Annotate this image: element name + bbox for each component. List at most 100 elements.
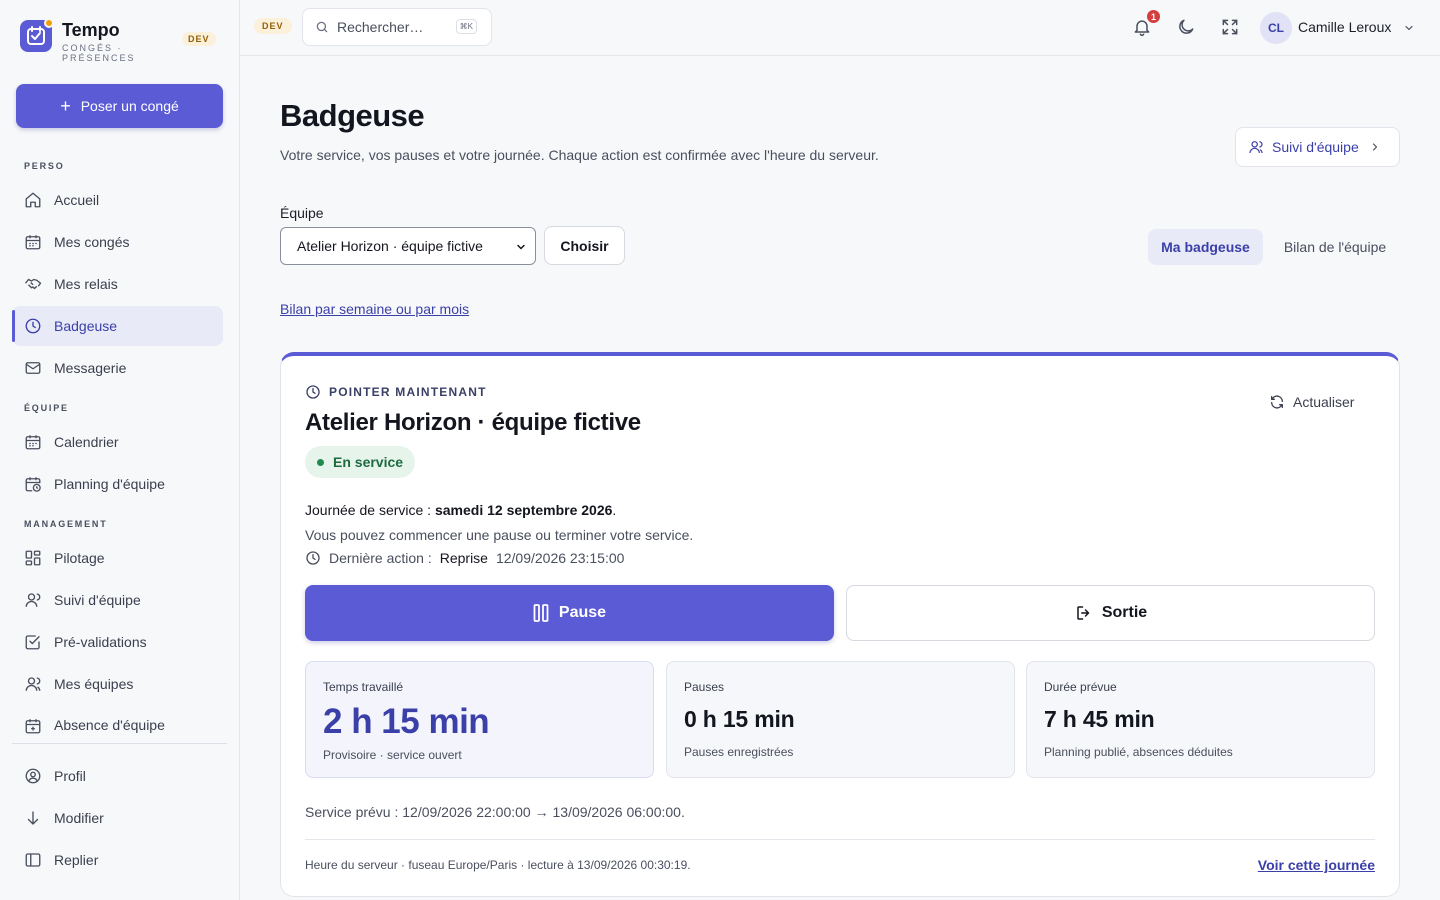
request-leave-button[interactable]: + Poser un congé	[16, 84, 223, 128]
pause-icon	[533, 604, 549, 622]
stat-planned-duration: Durée prévue 7 h 45 min Planning publié,…	[1026, 661, 1375, 778]
clock-icon	[306, 551, 320, 565]
section-equipe: ÉQUIPE	[24, 403, 69, 413]
search-placeholder: Rechercher…	[337, 19, 424, 35]
sidebar-item-profil[interactable]: Profil	[12, 756, 223, 796]
tab-bilan-equipe[interactable]: Bilan de l'équipe	[1270, 229, 1400, 265]
team-select-label: Équipe	[280, 205, 324, 221]
choose-team-button[interactable]: Choisir	[544, 226, 625, 265]
sidebar-item-absence-equipe[interactable]: Absence d'équipe	[12, 706, 223, 740]
sidebar-item-mes-equipes[interactable]: Mes équipes	[12, 664, 223, 704]
sidebar-item-messagerie[interactable]: Messagerie	[12, 348, 223, 388]
sidebar-item-label: Badgeuse	[54, 318, 118, 334]
sidebar-item-suivi-equipe[interactable]: Suivi d'équipe	[12, 580, 223, 620]
section-perso: PERSO	[24, 161, 65, 171]
team-follow-button[interactable]: Suivi d'équipe	[1235, 127, 1400, 167]
status-label: En service	[333, 454, 404, 470]
page-title: Badgeuse	[280, 98, 425, 133]
sidebar-item-replier[interactable]: Replier	[12, 840, 223, 880]
brand-name: Tempo	[62, 20, 120, 40]
service-day-suffix: .	[612, 502, 617, 518]
pause-label: Pause	[558, 604, 607, 621]
sidebar-item-label: Pré-validations	[54, 634, 147, 650]
sidebar-item-label: Mes congés	[54, 234, 130, 250]
chevron-right-icon	[1372, 143, 1377, 151]
tab-ma-badgeuse[interactable]: Ma badgeuse	[1148, 229, 1263, 265]
check-square-icon	[25, 635, 40, 650]
chevron-down-icon[interactable]	[1403, 22, 1415, 34]
service-day-value: samedi 12 septembre 2026	[434, 502, 613, 518]
sidebar-item-pilotage[interactable]: Pilotage	[12, 538, 223, 578]
refresh-label: Actualiser	[1293, 394, 1355, 410]
mail-icon	[25, 362, 41, 374]
brand[interactable]: Tempo CONGÉS · PRÉSENCES	[20, 18, 142, 63]
users-icon	[25, 677, 41, 691]
arrow-down-icon	[27, 811, 39, 825]
bilan-link[interactable]: Bilan par semaine ou par mois	[280, 301, 469, 317]
sidebar-item-label: Replier	[54, 852, 99, 868]
sidebar-item-pre-validations[interactable]: Pré-validations	[12, 622, 223, 662]
moon-icon[interactable]	[1176, 17, 1196, 37]
section-management: MANAGEMENT	[24, 519, 108, 529]
stat-label: Durée prévue	[1044, 680, 1117, 694]
sidebar-item-label: Messagerie	[54, 360, 127, 376]
sidebar: Tempo CONGÉS · PRÉSENCES DEV + Poser un …	[0, 0, 240, 900]
stat-value: 7 h 45 min	[1044, 706, 1155, 732]
card-kicker: POINTER MAINTENANT	[305, 384, 487, 400]
sidebar-item-badgeuse[interactable]: Badgeuse	[12, 306, 223, 346]
sidebar-item-label: Modifier	[54, 810, 104, 826]
stat-label: Temps travaillé	[323, 680, 404, 694]
clock-icon	[25, 318, 41, 334]
search-icon	[316, 21, 328, 33]
users-icon	[1249, 141, 1263, 154]
team-select-value: Atelier Horizon · équipe fictive	[297, 238, 483, 254]
view-day-link[interactable]: Voir cette journée	[1258, 857, 1375, 873]
tempo-logo-icon	[20, 18, 54, 52]
log-out-icon	[1077, 606, 1090, 620]
notification-count-badge: 1	[1145, 8, 1162, 25]
calendar-icon	[25, 235, 41, 250]
clock-in-card: POINTER MAINTENANT Actualiser Atelier Ho…	[280, 352, 1400, 897]
stat-worked-time: Temps travaillé 2 h 15 min Provisoire · …	[305, 661, 654, 778]
sidebar-item-modifier[interactable]: Modifier	[12, 798, 223, 838]
page-subtitle: Votre service, vos pauses et votre journ…	[280, 147, 879, 163]
request-leave-label: Poser un congé	[80, 98, 179, 114]
clock-icon	[306, 385, 320, 399]
card-title: Atelier Horizon · équipe fictive	[305, 409, 641, 436]
dashboard-icon	[25, 550, 41, 566]
refresh-icon	[1271, 395, 1283, 409]
service-day-prefix: Journée de service :	[305, 502, 435, 518]
sidebar-item-planning-equipe[interactable]: Planning d'équipe	[12, 464, 223, 504]
sidebar-item-label: Calendrier	[54, 434, 119, 450]
last-action: Dernière action : Reprise 12/09/2026 23:…	[305, 550, 624, 566]
avatar[interactable]: CL	[1260, 12, 1292, 44]
env-badge: DEV	[182, 32, 216, 46]
card-divider	[305, 839, 1375, 840]
sidebar-item-accueil[interactable]: Accueil	[12, 180, 223, 220]
brand-subtitle: CONGÉS · PRÉSENCES	[62, 43, 136, 63]
sidebar-item-calendrier[interactable]: Calendrier	[12, 422, 223, 462]
server-time-note: Heure du serveur · fuseau Europe/Paris ·…	[305, 858, 691, 872]
sidebar-divider	[12, 743, 227, 744]
search-shortcut: ⌘K	[455, 19, 477, 34]
home-icon	[25, 192, 41, 208]
sidebar-item-mes-conges[interactable]: Mes congés	[12, 222, 223, 262]
user-name[interactable]: Camille Leroux	[1298, 19, 1391, 35]
fullscreen-icon[interactable]	[1220, 17, 1240, 37]
exit-button[interactable]: Sortie	[846, 585, 1375, 641]
team-follow-label: Suivi d'équipe	[1272, 139, 1359, 155]
search-input[interactable]: Rechercher… ⌘K	[302, 8, 492, 46]
card-kicker-label: POINTER MAINTENANT	[329, 385, 487, 399]
sidebar-item-mes-relais[interactable]: Mes relais	[12, 264, 223, 304]
topbar: DEV Rechercher… ⌘K 1 CL Camille Leroux	[240, 0, 1440, 56]
sidebar-item-label: Suivi d'équipe	[54, 592, 141, 608]
calendar-icon	[25, 435, 41, 450]
stat-note: Pauses enregistrées	[684, 745, 794, 759]
refresh-button[interactable]: Actualiser	[1269, 394, 1354, 410]
pause-button[interactable]: Pause	[305, 585, 834, 641]
sidebar-item-label: Accueil	[54, 192, 100, 208]
service-day: Journée de service : samedi 12 septembre…	[305, 502, 616, 518]
stat-label: Pauses	[684, 680, 725, 694]
team-select[interactable]: Atelier Horizon · équipe fictive	[280, 227, 536, 265]
stat-value: 2 h 15 min	[323, 702, 490, 741]
